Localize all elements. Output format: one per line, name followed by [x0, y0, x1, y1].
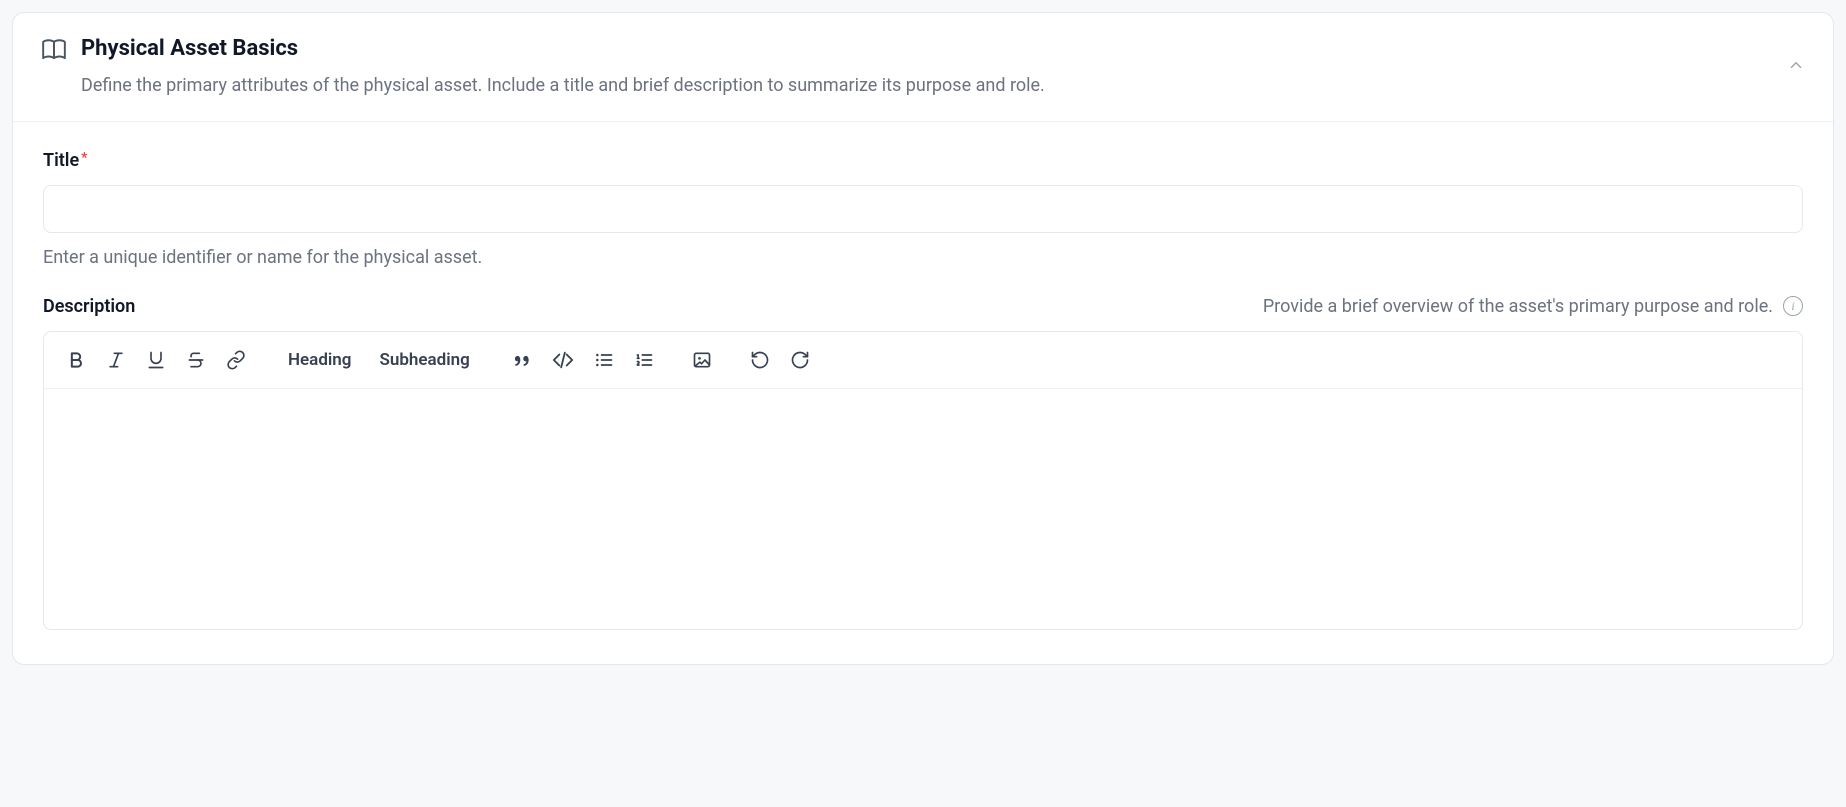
strikethrough-icon — [186, 350, 206, 370]
strikethrough-button[interactable] — [178, 342, 214, 378]
ordered-list-icon — [634, 350, 654, 370]
title-input[interactable] — [43, 185, 1803, 233]
bold-icon — [66, 350, 86, 370]
quote-icon — [512, 350, 532, 370]
heading-button[interactable]: Heading — [276, 342, 363, 378]
underline-button[interactable] — [138, 342, 174, 378]
redo-icon — [790, 350, 810, 370]
bullet-list-button[interactable] — [586, 342, 622, 378]
description-field-block: Description Provide a brief overview of … — [43, 296, 1803, 630]
image-button[interactable] — [684, 342, 720, 378]
title-field-block: Title* Enter a unique identifier or name… — [43, 150, 1803, 268]
bold-button[interactable] — [58, 342, 94, 378]
link-icon — [226, 350, 246, 370]
panel-body: Title* Enter a unique identifier or name… — [13, 122, 1833, 664]
italic-button[interactable] — [98, 342, 134, 378]
book-icon — [41, 35, 81, 63]
link-button[interactable] — [218, 342, 254, 378]
bullet-list-icon — [594, 350, 614, 370]
info-icon[interactable]: i — [1783, 296, 1803, 316]
undo-button[interactable] — [742, 342, 778, 378]
description-editor-body[interactable] — [44, 389, 1802, 629]
description-label: Description — [43, 296, 135, 317]
italic-icon — [106, 350, 126, 370]
title-label: Title — [43, 150, 79, 171]
rich-text-editor: Heading Subheading — [43, 331, 1803, 630]
panel-subtitle: Define the primary attributes of the phy… — [81, 72, 1805, 99]
underline-icon — [146, 350, 166, 370]
code-button[interactable] — [544, 342, 582, 378]
title-helper-text: Enter a unique identifier or name for th… — [43, 247, 1803, 268]
ordered-list-button[interactable] — [626, 342, 662, 378]
code-icon — [552, 349, 574, 371]
chevron-up-icon — [1787, 56, 1805, 74]
panel-title: Physical Asset Basics — [81, 35, 1805, 64]
subheading-button[interactable]: Subheading — [367, 342, 481, 378]
undo-icon — [750, 350, 770, 370]
panel-header: Physical Asset Basics Define the primary… — [13, 13, 1833, 122]
blockquote-button[interactable] — [504, 342, 540, 378]
image-icon — [692, 350, 712, 370]
required-indicator: * — [81, 150, 87, 166]
editor-toolbar: Heading Subheading — [44, 332, 1802, 389]
panel-physical-asset-basics: Physical Asset Basics Define the primary… — [12, 12, 1834, 665]
redo-button[interactable] — [782, 342, 818, 378]
collapse-toggle[interactable] — [1781, 50, 1811, 84]
description-hint-text: Provide a brief overview of the asset's … — [1263, 296, 1773, 317]
